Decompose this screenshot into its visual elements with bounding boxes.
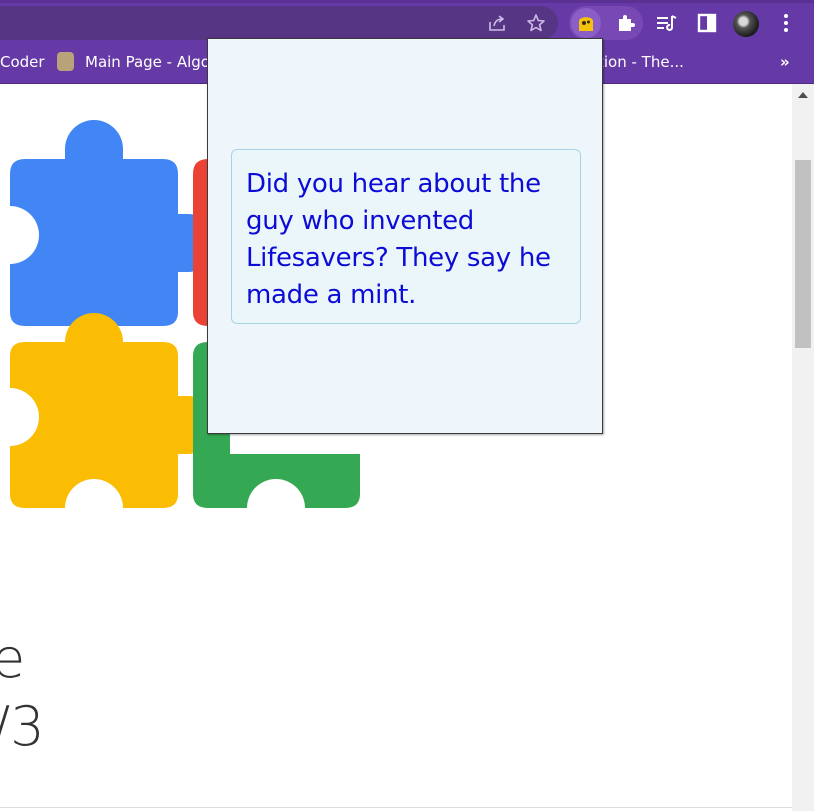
scrollbar-thumb[interactable]: [795, 160, 811, 348]
puzzle-piece-blue: [10, 120, 217, 326]
avatar[interactable]: [733, 11, 759, 37]
share-icon[interactable]: [484, 10, 510, 36]
page-heading-fragment: e: [0, 627, 26, 690]
divider: [0, 807, 792, 808]
side-panel-icon[interactable]: [694, 10, 720, 36]
extension-active-icon[interactable]: [571, 8, 601, 38]
extension-popup: Did you hear about the guy who invented …: [207, 38, 603, 434]
bookmark-favicon-icon: [57, 52, 74, 71]
joke-text: Did you hear about the guy who invented …: [231, 149, 581, 324]
scroll-up-arrow-icon[interactable]: [798, 92, 808, 98]
bookmarks-overflow-button[interactable]: »: [780, 53, 790, 71]
vertical-scrollbar[interactable]: [792, 84, 814, 811]
puzzle-icon[interactable]: [613, 10, 639, 36]
reading-list-icon[interactable]: [654, 10, 680, 36]
address-bar[interactable]: [0, 6, 558, 40]
bookmark-item[interactable]: Coder: [0, 53, 45, 71]
bookmark-item[interactable]: tion - The...: [598, 53, 684, 71]
star-icon[interactable]: [523, 10, 549, 36]
page-heading-fragment: /3: [0, 695, 45, 758]
browser-toolbar: [0, 0, 814, 43]
bookmark-item[interactable]: Main Page - Algori: [85, 53, 220, 71]
more-icon[interactable]: [773, 10, 799, 36]
puzzle-piece-yellow: [10, 313, 217, 508]
